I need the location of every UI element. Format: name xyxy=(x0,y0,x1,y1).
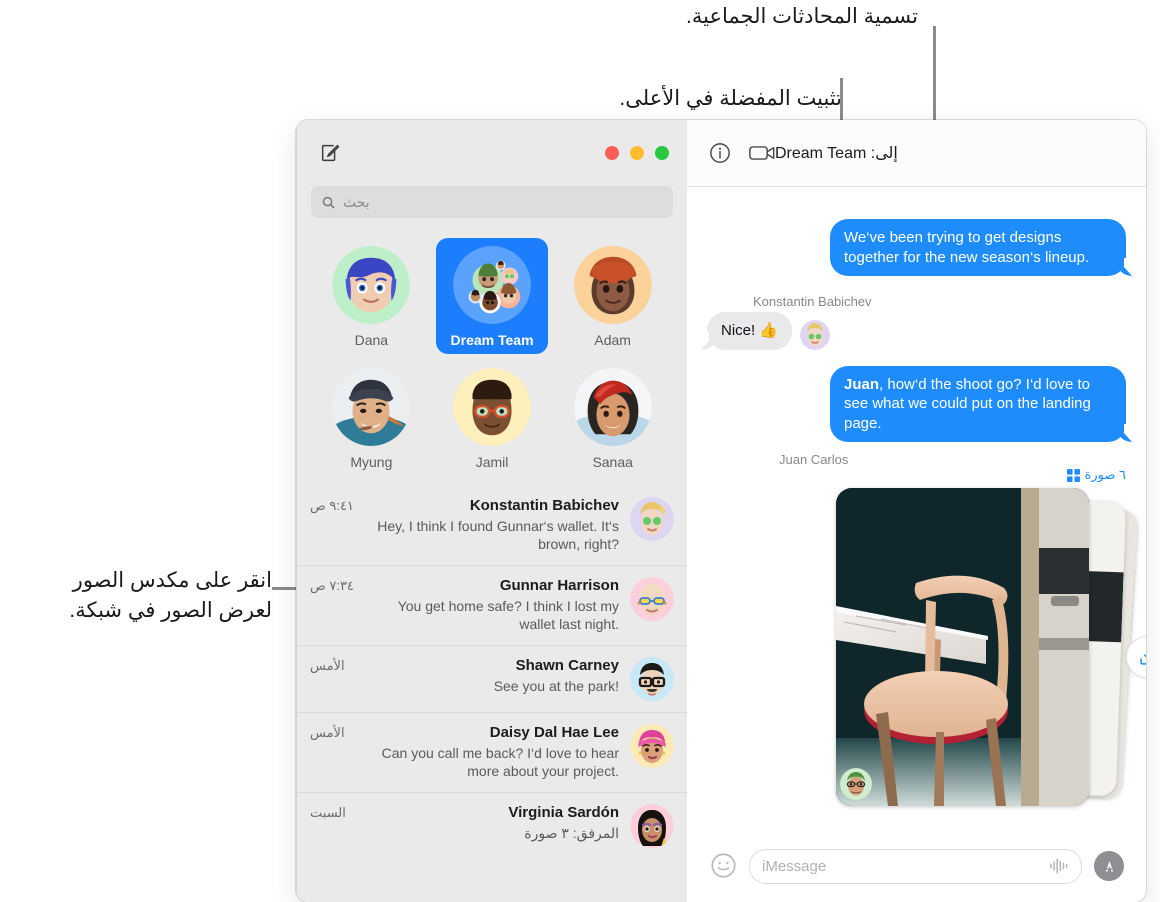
avatar xyxy=(332,368,411,446)
message-bubble[interactable]: We‘ve been trying to get designs togethe… xyxy=(830,219,1135,276)
avatar xyxy=(800,319,831,350)
avatar xyxy=(573,368,652,446)
conversation-preview: You get home safe? I think I lost my wal… xyxy=(397,597,619,633)
window-minimize-button[interactable] xyxy=(630,146,644,160)
conversation-name: Konstantin Babichev xyxy=(469,497,619,514)
conversation-row-gunnar[interactable]: Gunnar Harrison You get home safe? I thi… xyxy=(297,564,687,645)
avatar xyxy=(332,246,411,324)
photo-sender-label: Juan Carlos xyxy=(779,452,849,467)
messages-app-window: بحث Adam Dream Team Dana Sanaa Jamil Myu… xyxy=(296,120,1146,902)
header-actions xyxy=(709,142,775,164)
conversation-text: Virginia Sardón المرفق: ٣ صورة xyxy=(357,804,619,842)
conversation-title: إلى: Dream Team xyxy=(775,143,898,163)
grid-icon xyxy=(1066,468,1080,482)
message-row-outgoing: We‘ve been trying to get designs togethe… xyxy=(707,219,1135,276)
pinned-item-dream-team[interactable]: Dream Team xyxy=(436,238,549,354)
pinned-item-label: Jamil xyxy=(475,454,509,470)
message-text: , how‘d the shoot go? I‘d love to see wh… xyxy=(844,375,1091,432)
avatar xyxy=(573,246,652,324)
search-icon xyxy=(321,195,336,210)
group-avatar xyxy=(453,246,532,324)
window-zoom-button[interactable] xyxy=(655,146,669,160)
pinned-item-adam[interactable]: Adam xyxy=(557,238,669,354)
conversation-title-name: Dream Team xyxy=(775,145,867,162)
incoming-message-group: Konstantin Babichev Nice! 👍 xyxy=(697,294,1126,350)
conversation-preview: Hey, I think I found Gunnar‘s wallet. It… xyxy=(377,518,619,553)
pinned-item-label: Adam xyxy=(594,332,631,348)
conversation-title-prefix: إلى: xyxy=(870,145,898,162)
avatar xyxy=(453,368,532,446)
pinned-conversations-grid: Adam Dream Team Dana Sanaa Jamil Myung xyxy=(297,230,687,482)
pinned-item-label: Dream Team xyxy=(450,332,534,348)
message-bubble[interactable]: Nice! 👍 xyxy=(697,312,793,350)
window-controls xyxy=(605,146,669,160)
search-container: بحث xyxy=(297,186,687,230)
pinned-item-label: Dana xyxy=(354,332,389,348)
info-icon[interactable] xyxy=(709,142,731,164)
avatar xyxy=(630,803,674,848)
avatar xyxy=(630,576,674,621)
message-sender-label: Konstantin Babichev xyxy=(753,294,872,309)
message-bubble[interactable]: Juan, how‘d the shoot go? I‘d love to se… xyxy=(830,365,1135,442)
message-mention: Juan xyxy=(844,375,880,393)
message-row-incoming: Nice! 👍 xyxy=(697,312,1126,350)
avatar xyxy=(840,768,872,800)
message-thread: We‘ve been trying to get designs togethe… xyxy=(687,187,1146,830)
pinned-item-jamil[interactable]: Jamil xyxy=(436,360,548,476)
imessage-input[interactable]: iMessage xyxy=(749,848,1082,884)
photo-stack-card-front[interactable] xyxy=(836,488,1089,806)
conversation-time: ٧:٣٤ ص xyxy=(310,577,354,593)
conversation-text: Daisy Dal Hae Lee Can you call me back? … xyxy=(356,724,619,781)
conversation-preview: Can you call me back? I‘d love to hear m… xyxy=(381,744,619,780)
compose-icon[interactable] xyxy=(315,138,345,168)
pinned-item-myung[interactable]: Myung xyxy=(315,360,427,476)
photo-stack[interactable] xyxy=(836,488,1146,806)
conversation-time: الأمس xyxy=(310,724,345,740)
imessage-placeholder: iMessage xyxy=(762,857,827,875)
audio-waveform-icon[interactable] xyxy=(1049,857,1069,875)
conversation-time: السبت xyxy=(310,804,346,820)
callout-photo-stack: انقر على مكدس الصور لعرض الصور في شبكة. xyxy=(69,569,272,623)
pinned-item-label: Sanaa xyxy=(592,454,633,470)
callout-group-naming: تسمية المحادثات الجماعية. xyxy=(686,5,918,28)
conversation-name: Virginia Sardón xyxy=(508,803,619,821)
conversation-row-konstantin[interactable]: Konstantin Babichev Hey, I think I found… xyxy=(297,486,687,565)
sidebar-toolbar xyxy=(297,120,687,186)
conversation-time: ٩:٤١ ص xyxy=(310,498,354,513)
avatar xyxy=(630,656,674,701)
conversation-row-shawn[interactable]: Shawn Carney See you at the park! الأمس xyxy=(297,644,687,712)
avatar xyxy=(630,723,674,768)
video-camera-icon[interactable] xyxy=(749,143,775,163)
callout-pin-favorites: تثبيت المفضلة في الأعلى. xyxy=(619,87,842,110)
pinned-item-sanaa[interactable]: Sanaa xyxy=(557,360,669,476)
emoji-smiley-icon[interactable] xyxy=(709,852,737,880)
conversation-preview: See you at the park! xyxy=(493,677,619,694)
search-input[interactable]: بحث xyxy=(311,186,673,218)
app-store-icon[interactable] xyxy=(1094,851,1124,881)
window-close-button[interactable] xyxy=(605,146,619,160)
photo-count-button[interactable]: ٦ صورة xyxy=(1066,467,1126,483)
avatar xyxy=(630,497,674,541)
conversation-row-virginia[interactable]: Virginia Sardón المرفق: ٣ صورة السبت xyxy=(297,791,687,859)
pinned-item-label: Myung xyxy=(350,454,393,470)
conversation-preview: المرفق: ٣ صورة xyxy=(524,824,619,841)
conversation-header: إلى: Dream Team xyxy=(687,120,1146,187)
conversation-name: Shawn Carney xyxy=(515,656,619,674)
conversation-name: Gunnar Harrison xyxy=(499,576,619,594)
conversation-row-daisy[interactable]: Daisy Dal Hae Lee Can you call me back? … xyxy=(297,711,687,792)
photo-stack-message: Juan Carlos ٦ صورة xyxy=(707,452,1146,806)
conversation-text: Gunnar Harrison You get home safe? I thi… xyxy=(365,577,619,634)
conversation-pane: إلى: Dream Team We‘ve been trying to get… xyxy=(687,120,1146,902)
search-placeholder: بحث xyxy=(343,193,370,210)
pinned-item-dana[interactable]: Dana xyxy=(315,238,427,354)
conversation-name: Daisy Dal Hae Lee xyxy=(489,723,619,741)
message-input-bar: iMessage xyxy=(687,830,1146,902)
message-row-outgoing: Juan, how‘d the shoot go? I‘d love to se… xyxy=(707,365,1135,442)
conversation-time: الأمس xyxy=(310,657,345,673)
conversation-text: Konstantin Babichev Hey, I think I found… xyxy=(365,497,619,554)
conversation-list: Konstantin Babichev Hey, I think I found… xyxy=(297,486,687,902)
conversation-text: Shawn Carney See you at the park! xyxy=(356,657,619,695)
sidebar: بحث Adam Dream Team Dana Sanaa Jamil Myu… xyxy=(296,120,687,902)
photo-count-label: ٦ صورة xyxy=(1084,467,1126,482)
